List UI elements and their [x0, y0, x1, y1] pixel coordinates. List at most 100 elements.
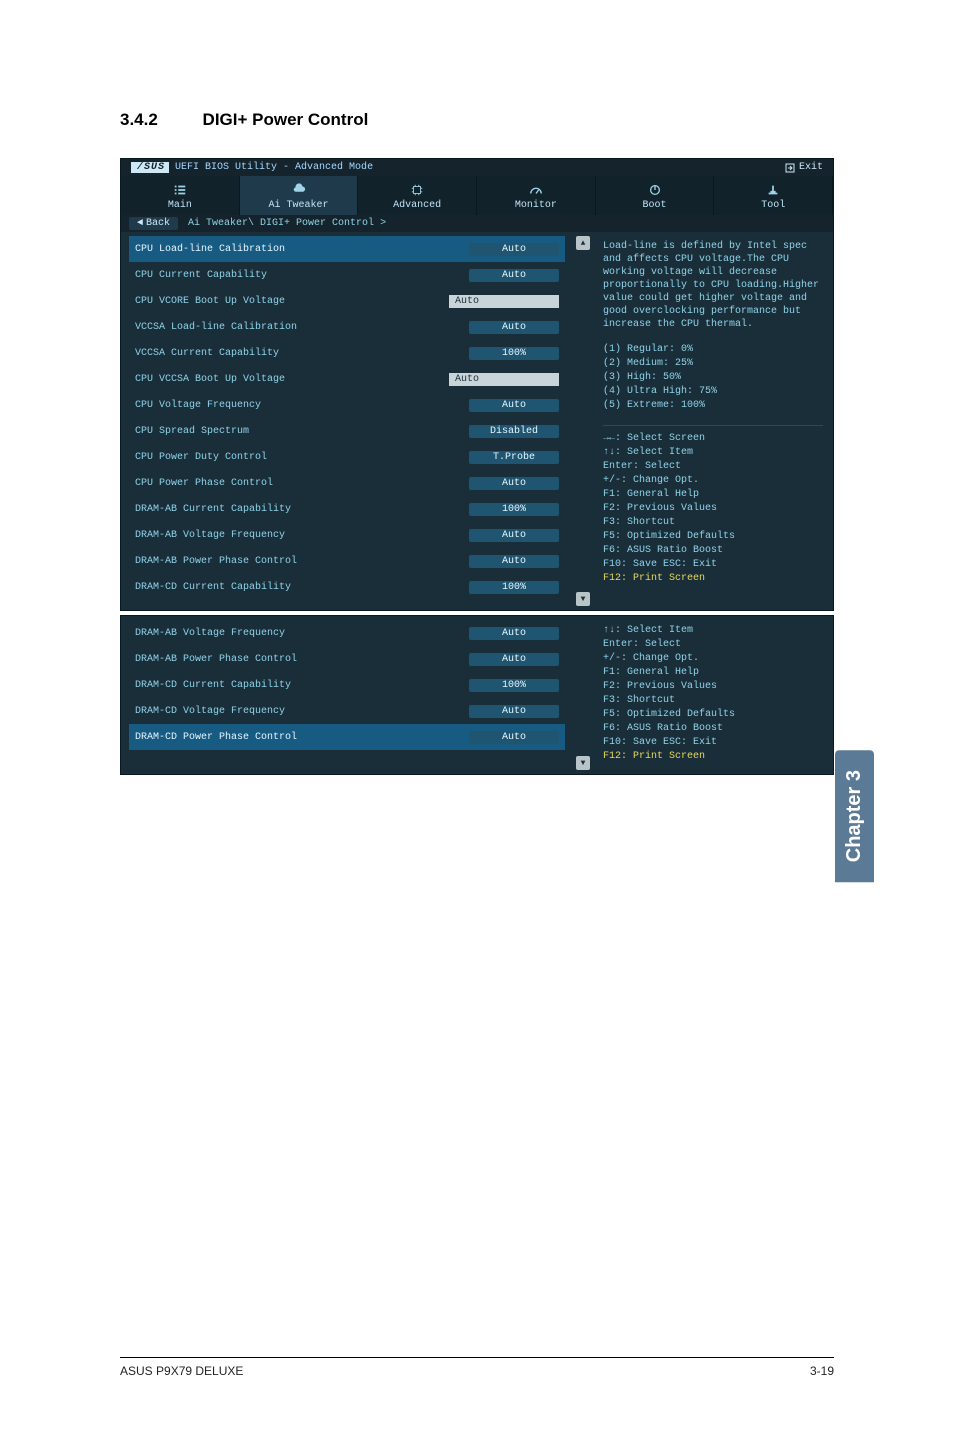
setting-label: CPU VCCSA Boot Up Voltage	[135, 374, 449, 385]
setting-row[interactable]: DRAM-AB Voltage FrequencyAuto	[129, 620, 565, 646]
tab-label: Ai Tweaker	[240, 200, 358, 211]
brand-logo: /SUS	[131, 162, 169, 173]
setting-value-input[interactable]: Auto	[449, 373, 559, 386]
scroll-up-icon[interactable]: ▲	[576, 236, 590, 250]
key-hint: F6: ASUS Ratio Boost	[603, 722, 823, 736]
setting-label: CPU VCORE Boot Up Voltage	[135, 296, 449, 307]
setting-value-input[interactable]: Auto	[449, 295, 559, 308]
setting-row[interactable]: DRAM-AB Power Phase ControlAuto	[129, 646, 565, 672]
key-hint: ↑↓: Select Item	[603, 446, 823, 460]
page-footer: ASUS P9X79 DELUXE 3-19	[120, 1357, 834, 1378]
key-hint: F2: Previous Values	[603, 502, 823, 516]
setting-value-dropdown[interactable]: Auto	[469, 243, 559, 256]
setting-value-dropdown[interactable]: 100%	[469, 347, 559, 360]
setting-row[interactable]: CPU Power Phase ControlAuto	[129, 470, 565, 496]
setting-value-dropdown[interactable]: Auto	[469, 705, 559, 718]
tab-main[interactable]: Main	[121, 176, 240, 215]
setting-value-dropdown[interactable]: Auto	[469, 653, 559, 666]
key-hint: F10: Save ESC: Exit	[603, 736, 823, 750]
exit-button[interactable]: Exit	[785, 162, 823, 173]
settings-pane-bottom: DRAM-AB Voltage FrequencyAutoDRAM-AB Pow…	[121, 616, 573, 774]
setting-value-dropdown[interactable]: Auto	[469, 269, 559, 282]
tab-monitor[interactable]: Monitor	[477, 176, 596, 215]
setting-label: DRAM-CD Current Capability	[135, 582, 469, 593]
cloud-icon	[240, 182, 358, 198]
setting-value-dropdown[interactable]: Auto	[469, 477, 559, 490]
setting-label: DRAM-CD Power Phase Control	[135, 732, 469, 743]
setting-row[interactable]: VCCSA Current Capability100%	[129, 340, 565, 366]
setting-row[interactable]: CPU Voltage FrequencyAuto	[129, 392, 565, 418]
scroll-down-icon[interactable]: ▼	[576, 756, 590, 770]
help-list-item: (2) Medium: 25%	[603, 357, 823, 371]
setting-value-dropdown[interactable]: 100%	[469, 581, 559, 594]
back-button[interactable]: ◄ Back	[129, 217, 178, 230]
setting-row[interactable]: DRAM-CD Voltage FrequencyAuto	[129, 698, 565, 724]
setting-value-dropdown[interactable]: Auto	[469, 529, 559, 542]
tab-tool[interactable]: Tool	[714, 176, 833, 215]
setting-row[interactable]: CPU Power Duty ControlT.Probe	[129, 444, 565, 470]
exit-icon	[785, 163, 795, 173]
tab-boot[interactable]: Boot	[596, 176, 715, 215]
setting-row[interactable]: VCCSA Load-line CalibrationAuto	[129, 314, 565, 340]
setting-row[interactable]: DRAM-CD Power Phase ControlAuto	[129, 724, 565, 750]
bios-title: /SUS UEFI BIOS Utility - Advanced Mode	[131, 162, 373, 173]
setting-value-dropdown[interactable]: Auto	[469, 321, 559, 334]
setting-row[interactable]: CPU VCORE Boot Up VoltageAuto	[129, 288, 565, 314]
key-hint: F3: Shortcut	[603, 694, 823, 708]
setting-label: CPU Power Duty Control	[135, 452, 469, 463]
setting-label: VCCSA Current Capability	[135, 348, 469, 359]
tool-icon	[714, 182, 832, 198]
setting-label: CPU Spread Spectrum	[135, 426, 469, 437]
key-hint: →←: Select Screen	[603, 432, 823, 446]
setting-row[interactable]: DRAM-CD Current Capability100%	[129, 574, 565, 600]
key-hint: F6: ASUS Ratio Boost	[603, 544, 823, 558]
back-label: Back	[146, 218, 170, 229]
setting-row[interactable]: CPU Spread SpectrumDisabled	[129, 418, 565, 444]
setting-row[interactable]: CPU Current CapabilityAuto	[129, 262, 565, 288]
setting-value-dropdown[interactable]: Auto	[469, 555, 559, 568]
back-arrow-icon: ◄	[137, 218, 143, 229]
key-hint: +/-: Change Opt.	[603, 652, 823, 666]
setting-value-dropdown[interactable]: 100%	[469, 679, 559, 692]
chip-icon	[358, 182, 476, 198]
settings-pane: CPU Load-line CalibrationAutoCPU Current…	[121, 232, 573, 610]
scrollbar[interactable]: ▲ ▼	[573, 232, 593, 610]
setting-row[interactable]: CPU VCCSA Boot Up VoltageAuto	[129, 366, 565, 392]
scroll-down-icon[interactable]: ▼	[576, 592, 590, 606]
help-pane: Load-line is defined by Intel spec and a…	[593, 232, 833, 610]
tab-label: Boot	[596, 200, 714, 211]
key-hint: Enter: Select	[603, 638, 823, 652]
setting-value-dropdown[interactable]: Auto	[469, 731, 559, 744]
setting-row[interactable]: DRAM-AB Power Phase ControlAuto	[129, 548, 565, 574]
bios-title-text: UEFI BIOS Utility - Advanced Mode	[175, 162, 373, 173]
section-number: 3.4.2	[120, 110, 158, 129]
setting-row[interactable]: DRAM-AB Voltage FrequencyAuto	[129, 522, 565, 548]
setting-label: DRAM-AB Voltage Frequency	[135, 530, 469, 541]
key-hint: F5: Optimized Defaults	[603, 708, 823, 722]
setting-label: CPU Power Phase Control	[135, 478, 469, 489]
setting-value-dropdown[interactable]: Auto	[469, 399, 559, 412]
exit-label: Exit	[799, 162, 823, 173]
setting-value-dropdown[interactable]: 100%	[469, 503, 559, 516]
scrollbar-bottom[interactable]: ▼	[573, 616, 593, 774]
setting-value-dropdown[interactable]: Disabled	[469, 425, 559, 438]
setting-value-dropdown[interactable]: Auto	[469, 627, 559, 640]
breadcrumb: Ai Tweaker\ DIGI+ Power Control >	[188, 218, 386, 229]
tab-label: Advanced	[358, 200, 476, 211]
setting-row[interactable]: DRAM-AB Current Capability100%	[129, 496, 565, 522]
help-pane-bottom: ↑↓: Select ItemEnter: Select+/-: Change …	[593, 616, 833, 774]
breadcrumb-row: ◄ Back Ai Tweaker\ DIGI+ Power Control >	[121, 215, 833, 232]
setting-row[interactable]: CPU Load-line CalibrationAuto	[129, 236, 565, 262]
key-hint-highlight: F12: Print Screen	[603, 572, 823, 586]
key-hint: F1: General Help	[603, 666, 823, 680]
setting-value-dropdown[interactable]: T.Probe	[469, 451, 559, 464]
tab-ai-tweaker[interactable]: Ai Tweaker	[240, 176, 359, 215]
key-hint-highlight: F12: Print Screen	[603, 750, 823, 764]
setting-row[interactable]: DRAM-CD Current Capability100%	[129, 672, 565, 698]
key-hint: ↑↓: Select Item	[603, 624, 823, 638]
gauge-icon	[477, 182, 595, 198]
setting-label: CPU Load-line Calibration	[135, 244, 469, 255]
section-title: DIGI+ Power Control	[203, 110, 369, 129]
tab-advanced[interactable]: Advanced	[358, 176, 477, 215]
section-heading: 3.4.2 DIGI+ Power Control	[120, 110, 834, 130]
